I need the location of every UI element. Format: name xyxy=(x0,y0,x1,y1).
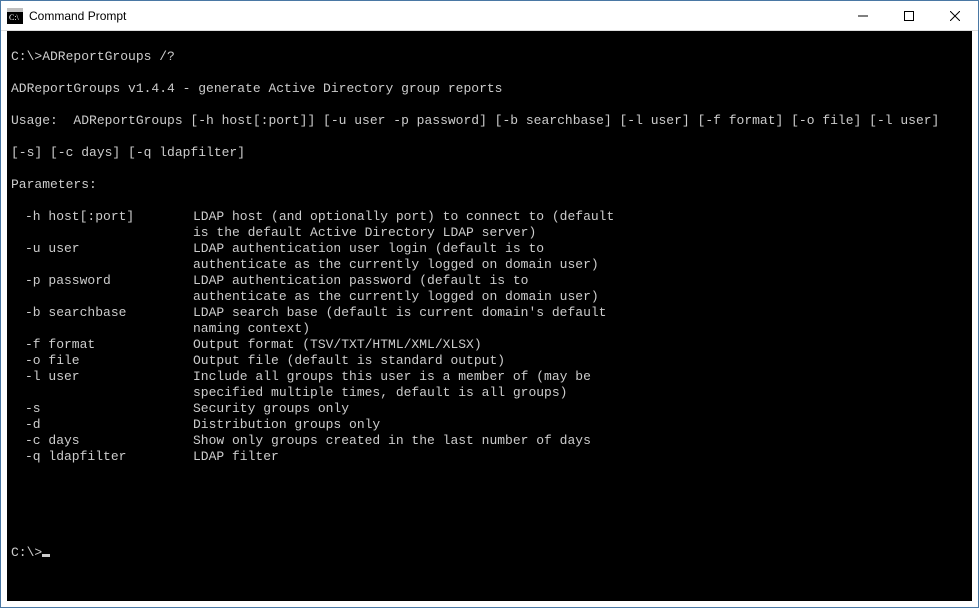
param-desc-cont: authenticate as the currently logged on … xyxy=(11,257,968,273)
param-row: -p passwordLDAP authentication password … xyxy=(11,273,968,289)
param-desc-cont: naming context) xyxy=(11,321,968,337)
minimize-button[interactable] xyxy=(840,1,886,30)
usage-line-cont: [-s] [-c days] [-q ldapfilter] xyxy=(11,145,968,161)
command-prompt-window: C:\ Command Prompt C:\>ADReportGroups /?… xyxy=(0,0,979,608)
maximize-button[interactable] xyxy=(886,1,932,30)
svg-text:C:\: C:\ xyxy=(9,13,20,22)
param-flag: -c days xyxy=(11,433,193,449)
params-list: -h host[:port]LDAP host (and optionally … xyxy=(11,209,968,465)
param-row: -u userLDAP authentication user login (d… xyxy=(11,241,968,257)
param-desc: Include all groups this user is a member… xyxy=(193,369,591,384)
usage-line: Usage: ADReportGroups [-h host[:port]] [… xyxy=(11,113,968,129)
param-desc-cont: is the default Active Directory LDAP ser… xyxy=(11,225,968,241)
blank-line xyxy=(11,513,968,529)
window-title: Command Prompt xyxy=(29,9,840,23)
param-flag: -s xyxy=(11,401,193,417)
param-desc: LDAP filter xyxy=(193,449,279,464)
params-header: Parameters: xyxy=(11,177,968,193)
prompt-line: C:\>ADReportGroups /? xyxy=(11,49,968,65)
close-button[interactable] xyxy=(932,1,978,30)
window-controls xyxy=(840,1,978,30)
param-desc: Security groups only xyxy=(193,401,349,416)
param-row: -h host[:port]LDAP host (and optionally … xyxy=(11,209,968,225)
param-desc: LDAP host (and optionally port) to conne… xyxy=(193,209,614,224)
param-desc: Show only groups created in the last num… xyxy=(193,433,591,448)
param-desc: Distribution groups only xyxy=(193,417,380,432)
param-row: -q ldapfilterLDAP filter xyxy=(11,449,968,465)
param-flag: -u user xyxy=(11,241,193,257)
param-desc: Output file (default is standard output) xyxy=(193,353,505,368)
titlebar[interactable]: C:\ Command Prompt xyxy=(1,1,978,31)
prompt-line: C:\> xyxy=(11,545,968,561)
param-flag: -o file xyxy=(11,353,193,369)
param-flag: -b searchbase xyxy=(11,305,193,321)
param-row: -f formatOutput format (TSV/TXT/HTML/XML… xyxy=(11,337,968,353)
cmd-icon: C:\ xyxy=(7,8,23,24)
version-line: ADReportGroups v1.4.4 - generate Active … xyxy=(11,81,968,97)
param-row: -c daysShow only groups created in the l… xyxy=(11,433,968,449)
param-flag: -h host[:port] xyxy=(11,209,193,225)
blank-line xyxy=(11,481,968,497)
param-flag: -d xyxy=(11,417,193,433)
param-row: -dDistribution groups only xyxy=(11,417,968,433)
param-desc: Output format (TSV/TXT/HTML/XML/XLSX) xyxy=(193,337,482,352)
param-desc-cont: specified multiple times, default is all… xyxy=(11,385,968,401)
param-desc-cont: authenticate as the currently logged on … xyxy=(11,289,968,305)
param-row: -sSecurity groups only xyxy=(11,401,968,417)
param-flag: -f format xyxy=(11,337,193,353)
param-row: -l userInclude all groups this user is a… xyxy=(11,369,968,385)
param-flag: -p password xyxy=(11,273,193,289)
param-desc: LDAP authentication password (default is… xyxy=(193,273,528,288)
param-row: -b searchbaseLDAP search base (default i… xyxy=(11,305,968,321)
param-desc: LDAP authentication user login (default … xyxy=(193,241,544,256)
param-flag: -l user xyxy=(11,369,193,385)
param-desc: LDAP search base (default is current dom… xyxy=(193,305,606,320)
param-row: -o fileOutput file (default is standard … xyxy=(11,353,968,369)
param-flag: -q ldapfilter xyxy=(11,449,193,465)
terminal-output[interactable]: C:\>ADReportGroups /? ADReportGroups v1.… xyxy=(1,31,978,607)
cursor xyxy=(42,554,50,557)
